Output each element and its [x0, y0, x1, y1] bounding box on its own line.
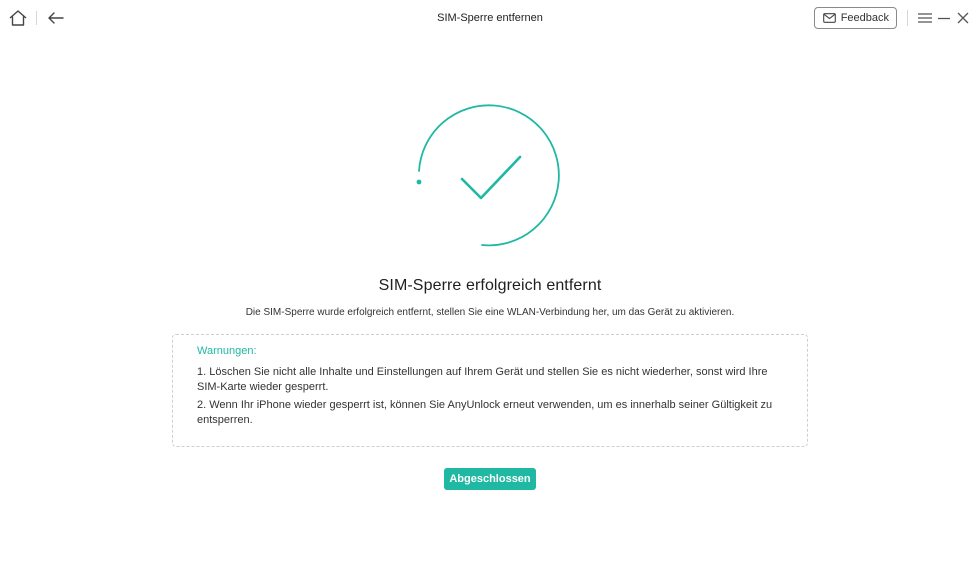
close-icon[interactable]	[954, 9, 972, 27]
menu-icon[interactable]	[916, 9, 934, 27]
warnings-box: Warnungen: 1. Löschen Sie nicht alle Inh…	[172, 334, 808, 447]
mail-icon	[822, 13, 836, 23]
success-headline: SIM-Sperre erfolgreich entfernt	[378, 277, 602, 294]
done-button[interactable]: Abgeschlossen	[444, 468, 536, 490]
success-description: Die SIM-Sperre wurde erfolgreich entfern…	[245, 307, 735, 318]
feedback-label: Feedback	[840, 12, 889, 24]
titlebar-controls: Feedback	[813, 7, 972, 29]
warning-item: 2. Wenn Ihr iPhone wieder gesperrt ist, …	[197, 399, 773, 426]
title-bar: SIM-Sperre entfernen Feedback	[0, 0, 980, 40]
warning-item: 1. Löschen Sie nicht alle Inhalte und Ei…	[197, 366, 768, 393]
controls-divider	[907, 10, 908, 26]
success-checkmark-icon	[416, 104, 560, 247]
feedback-button[interactable]: Feedback	[813, 7, 897, 29]
warnings-title: Warnungen:	[197, 345, 257, 357]
minimize-icon[interactable]	[935, 9, 953, 27]
